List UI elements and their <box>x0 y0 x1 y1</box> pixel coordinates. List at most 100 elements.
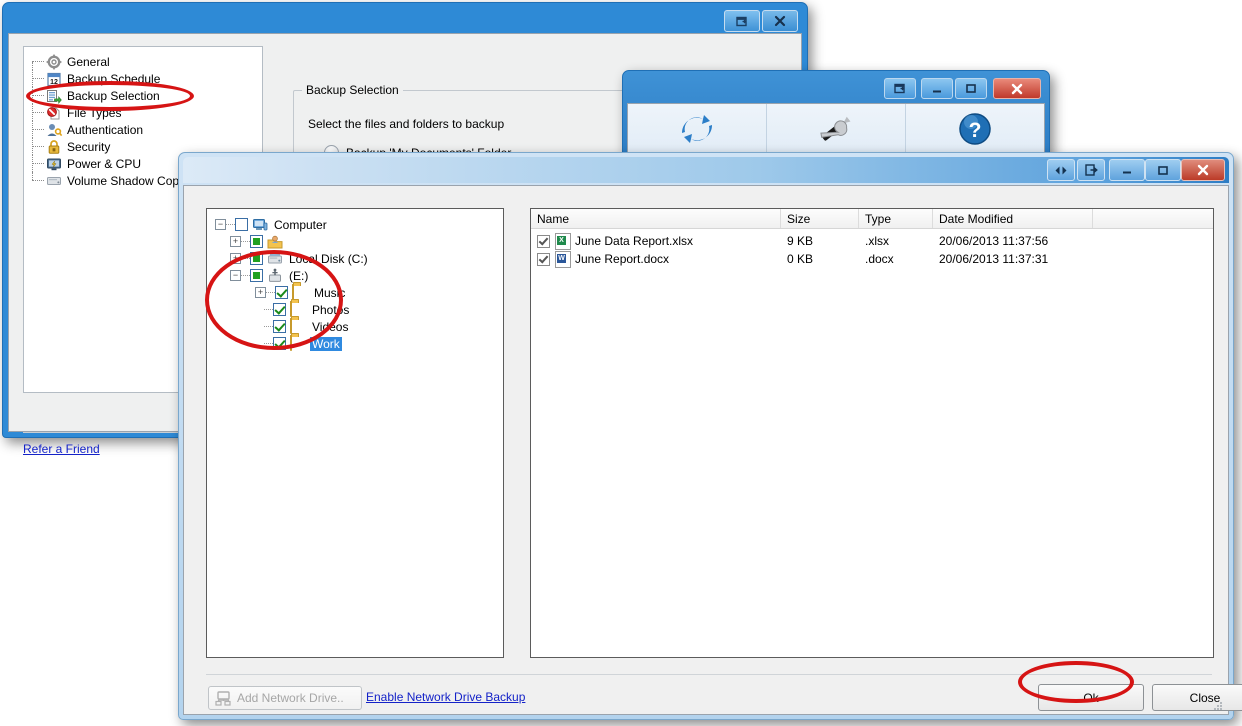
tree-node-label: Videos <box>312 319 349 334</box>
sidebar-item-label: Backup Schedule <box>67 71 161 86</box>
minimize-button[interactable] <box>921 78 953 99</box>
sidebar-item-file-types[interactable]: File Types <box>24 104 262 121</box>
tools-icon <box>820 116 851 141</box>
tree-node-drive-e[interactable]: − (E:) <box>215 267 503 284</box>
sidebar-item-label: Volume Shadow Copy <box>67 173 186 188</box>
sidebar-item-label: Security <box>67 139 111 154</box>
minimize-button[interactable] <box>1109 159 1145 181</box>
checkbox[interactable] <box>250 235 263 248</box>
tree-node-videos[interactable]: Videos <box>215 317 503 335</box>
file-name: June Data Report.xlsx <box>575 234 694 248</box>
file-date: 20/06/2013 11:37:56 <box>939 234 1049 248</box>
tree-node-music[interactable]: + Music <box>215 283 503 301</box>
checkbox[interactable] <box>250 269 263 282</box>
tree-node-label: Photos <box>312 302 350 317</box>
expander-icon[interactable]: + <box>230 253 241 264</box>
close-icon <box>1011 83 1023 94</box>
close-dialog-button[interactable]: Close <box>1152 684 1242 711</box>
expander-icon[interactable]: + <box>230 236 241 247</box>
usb-drive-icon <box>267 268 283 284</box>
sidebar-item-backup-schedule[interactable]: 12 Backup Schedule <box>24 70 262 87</box>
settings-titlebar <box>8 8 802 32</box>
backup-selection-icon <box>46 88 62 104</box>
column-header-type[interactable]: Type <box>859 209 933 228</box>
file-checkbox[interactable] <box>537 234 550 248</box>
maximize-icon <box>1158 165 1168 175</box>
close-icon <box>1197 164 1209 176</box>
prohibition-icon <box>46 105 62 121</box>
minimize-icon <box>1123 171 1131 174</box>
help-icon: ? <box>959 113 991 145</box>
tree-node-user-folder[interactable]: + <box>215 233 503 250</box>
file-name: June Report.docx <box>575 252 670 266</box>
checkbox[interactable] <box>273 320 286 333</box>
tree-node-label: Computer <box>274 217 327 232</box>
enable-network-drive-backup-link[interactable]: Enable Network Drive Backup <box>366 690 525 704</box>
column-header-date[interactable]: Date Modified <box>933 209 1093 228</box>
file-type: .xlsx <box>865 234 889 248</box>
file-size: 0 KB <box>787 252 814 266</box>
maximize-button[interactable] <box>1145 159 1181 181</box>
refer-a-friend-link[interactable]: Refer a Friend <box>23 442 100 456</box>
excel-file-icon: X <box>555 232 571 250</box>
sidebar-item-general[interactable]: General <box>24 53 262 70</box>
disk-icon <box>46 173 62 189</box>
checkbox[interactable] <box>273 303 286 316</box>
sidebar-item-label: Backup Selection <box>67 88 160 103</box>
column-header-name[interactable]: Name <box>531 209 781 228</box>
ok-button-label: Ok <box>1083 690 1099 705</box>
checkbox[interactable] <box>250 252 263 265</box>
logout-button[interactable] <box>1077 159 1105 181</box>
file-list-pane[interactable]: Name Size Type Date Modified X June Data… <box>530 208 1214 658</box>
resize-grip[interactable] <box>1212 700 1224 712</box>
sidebar-item-backup-selection[interactable]: Backup Selection <box>24 87 262 104</box>
arrows-button[interactable] <box>1047 159 1075 181</box>
file-row[interactable]: W June Report.docx 0 KB .docx 20/06/2013… <box>531 250 1213 268</box>
checkbox[interactable] <box>235 218 248 231</box>
expander-icon[interactable]: − <box>230 270 241 281</box>
harddisk-icon <box>267 251 283 267</box>
maximize-button[interactable] <box>955 78 987 99</box>
monitor-power-icon <box>46 156 62 172</box>
close-button[interactable] <box>993 78 1041 99</box>
maximize-icon <box>966 84 976 93</box>
svg-text:12: 12 <box>50 79 58 86</box>
file-row[interactable]: X June Data Report.xlsx 9 KB .xlsx 20/06… <box>531 232 1213 250</box>
user-folder-icon <box>267 234 283 250</box>
column-header-size[interactable]: Size <box>781 209 859 228</box>
tree-node-work[interactable]: Work <box>215 334 503 352</box>
sidebar-item-label: File Types <box>67 105 122 120</box>
instruction-text: Select the files and folders to backup <box>308 117 505 131</box>
sync-refresh-icon <box>681 115 713 143</box>
file-list-header: Name Size Type Date Modified <box>531 209 1213 229</box>
tree-node-label: Local Disk (C:) <box>289 251 368 266</box>
add-network-drive-button[interactable]: Add Network Drive.. <box>208 686 362 710</box>
dialog-titlebar <box>183 157 1229 183</box>
main-app-titlebar <box>627 75 1045 101</box>
expander-icon[interactable]: + <box>255 287 266 298</box>
restore-button[interactable] <box>884 78 916 99</box>
restore-button[interactable] <box>724 10 760 32</box>
tree-node-local-disk-c[interactable]: + Local Disk (C:) <box>215 250 503 267</box>
file-checkbox[interactable] <box>537 252 550 266</box>
sidebar-item-label: Power & CPU <box>67 156 142 171</box>
minimize-icon <box>933 90 941 92</box>
close-button[interactable] <box>762 10 798 32</box>
tree-node-computer[interactable]: − Computer <box>215 216 503 233</box>
exit-icon <box>1084 164 1098 176</box>
column-header-filler <box>1093 209 1213 228</box>
user-key-icon <box>46 122 63 138</box>
sidebar-item-authentication[interactable]: Authentication <box>24 121 262 138</box>
gear-icon <box>46 54 62 70</box>
checkbox[interactable] <box>275 286 288 299</box>
tree-node-photos[interactable]: Photos <box>215 300 503 318</box>
expander-icon[interactable]: − <box>215 219 226 230</box>
left-right-arrows-icon <box>1055 166 1067 174</box>
folder-tree-pane[interactable]: − Computer + + Local Disk (C:) − (E:) + … <box>206 208 504 658</box>
close-button[interactable] <box>1181 159 1225 181</box>
ok-button[interactable]: Ok <box>1038 684 1144 711</box>
close-icon <box>774 15 786 27</box>
file-type: .docx <box>865 252 894 266</box>
network-drive-icon <box>215 690 231 706</box>
checkbox[interactable] <box>273 337 286 350</box>
